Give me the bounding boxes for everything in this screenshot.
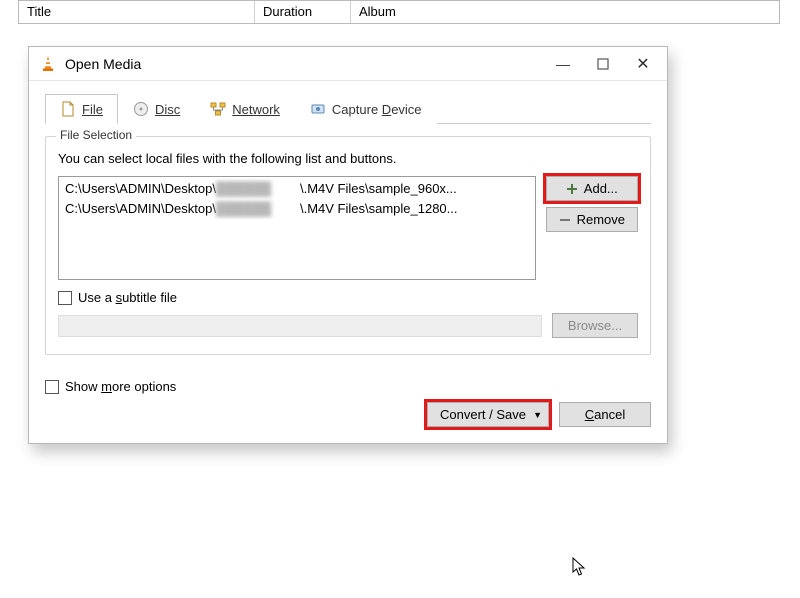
redacted-text: ██████: [216, 199, 300, 219]
background-column-header: Title Duration Album: [18, 0, 780, 24]
tab-capture[interactable]: Capture Device: [295, 94, 437, 124]
tab-file-label: File: [82, 102, 103, 117]
file-selection-hint: You can select local files with the foll…: [58, 151, 638, 166]
tab-network[interactable]: Network: [195, 94, 295, 124]
file-list[interactable]: C:\Users\ADMIN\Desktop\██████\.M4V Files…: [58, 176, 536, 280]
dialog-title: Open Media: [65, 56, 543, 72]
maximize-button[interactable]: [583, 49, 623, 79]
tab-capture-label: D: [382, 102, 391, 117]
col-title[interactable]: Title: [19, 1, 255, 23]
tab-disc[interactable]: Disc: [118, 94, 195, 124]
plus-icon: [566, 183, 578, 195]
close-button[interactable]: ✕: [623, 49, 663, 79]
browse-button: Browse...: [552, 313, 638, 338]
cancel-button[interactable]: Cancel: [559, 402, 651, 427]
col-duration[interactable]: Duration: [255, 1, 351, 23]
tab-disc-label: Disc: [155, 102, 180, 117]
minimize-button[interactable]: —: [543, 49, 583, 79]
subtitle-checkbox[interactable]: [58, 291, 72, 305]
remove-button[interactable]: Remove: [546, 207, 638, 232]
add-button[interactable]: Add...: [546, 176, 638, 201]
minus-icon: [559, 214, 571, 226]
convert-save-button[interactable]: Convert / Save ▼: [427, 402, 549, 427]
tab-file[interactable]: File: [45, 94, 118, 124]
source-tabs: File Disc Network Capture Device: [45, 93, 651, 124]
col-album[interactable]: Album: [351, 1, 779, 23]
network-icon: [210, 101, 226, 117]
chevron-down-icon[interactable]: ▼: [533, 410, 542, 420]
file-icon: [60, 101, 76, 117]
disc-icon: [133, 101, 149, 117]
open-media-dialog: Open Media — ✕ File Disc Network Capture…: [28, 46, 668, 444]
tab-network-label: Network: [232, 102, 280, 117]
redacted-text: ██████: [216, 179, 300, 199]
list-item[interactable]: C:\Users\ADMIN\Desktop\██████\.M4V Files…: [59, 179, 535, 199]
dialog-titlebar: Open Media — ✕: [29, 47, 667, 81]
file-selection-group: File Selection You can select local file…: [45, 136, 651, 355]
capture-icon: [310, 101, 326, 117]
subtitle-path-field: [58, 315, 542, 337]
list-item[interactable]: C:\Users\ADMIN\Desktop\██████\.M4V Files…: [59, 199, 535, 219]
more-options-checkbox[interactable]: [45, 380, 59, 394]
file-selection-legend: File Selection: [56, 128, 136, 142]
vlc-cone-icon: [39, 55, 57, 73]
mouse-cursor-icon: [572, 557, 588, 577]
